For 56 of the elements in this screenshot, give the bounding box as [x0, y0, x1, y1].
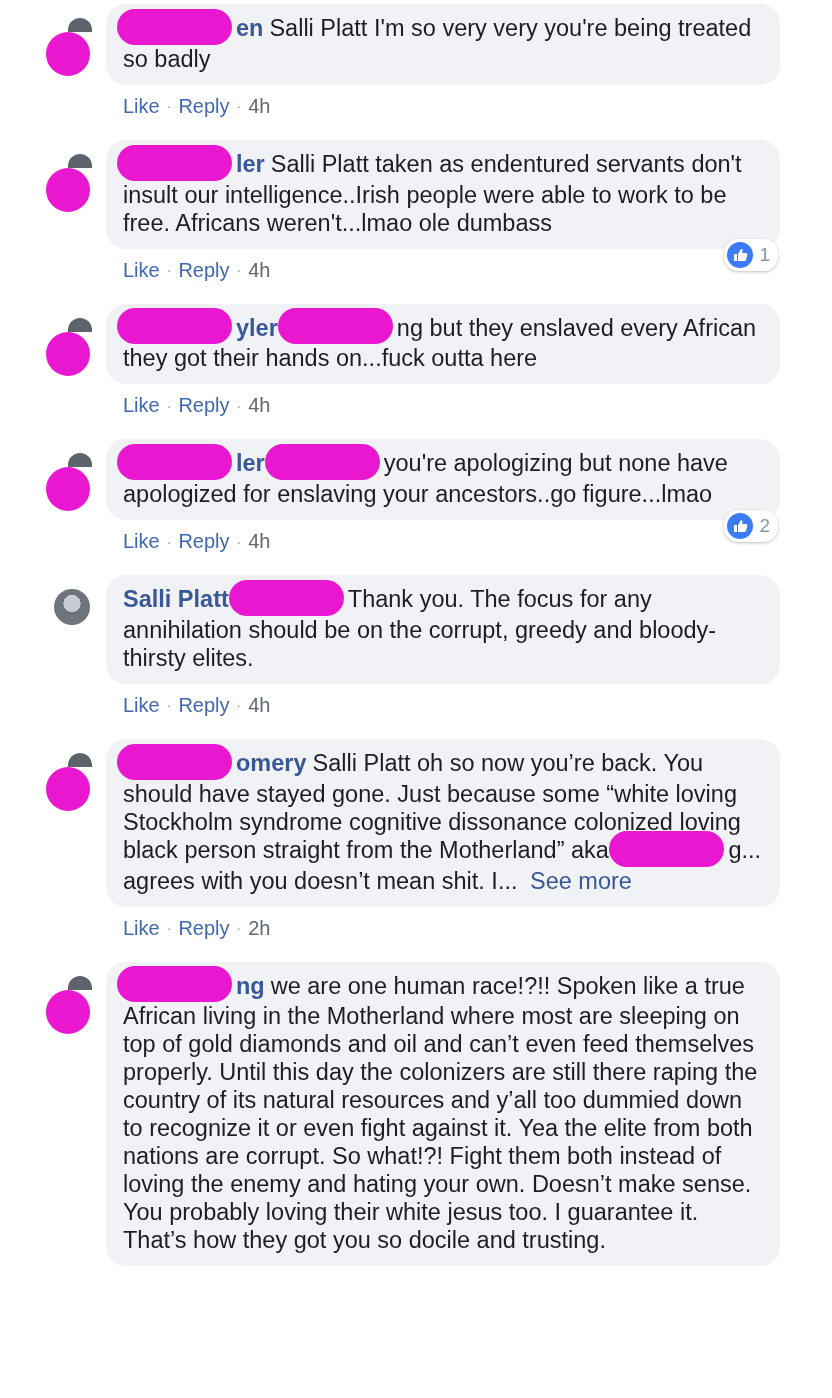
commenter-name[interactable]: yler [236, 314, 278, 341]
action-link[interactable]: Like [123, 916, 160, 940]
comment-text: omery Salli Platt oh so now you’re back. You should have stayed gone. Just because some “white loving Stockholm syndrome cognitive dissonance colonized loving black person straight from the Motherland” aka g... agrees with you doesn’t mean shit. I... See more [123, 749, 762, 895]
commenter-name[interactable]: en [236, 15, 264, 41]
see-more-link[interactable]: See more [530, 867, 632, 894]
avatar[interactable] [54, 589, 90, 626]
commenter-name[interactable]: ng [236, 972, 265, 999]
comment-time[interactable]: 4h [248, 694, 271, 717]
comment-text: ng we are one human race!?!! Spoken like a true African living in the Motherland where most are sleeping on top of gold diamonds and oil and can’t even feed themselves properly. Until this day the colonizers are still there raping the country of its natural resources and y’all too dummied down to recognize it or even fight against it. Yea the elite from both nations are corrupt. So what!?! Fight them both instead of loving the enemy and hating your own. Doesn’t make sense. You probably loving their white jesus too. I guarantee it. That’s how they got you so docile and trusting. [123, 971, 762, 1255]
separator-dot: · [236, 533, 242, 550]
action-link[interactable]: Like [123, 694, 160, 717]
separator-dot: · [236, 262, 242, 279]
avatar[interactable] [68, 153, 92, 168]
thumbs-up-icon [727, 241, 754, 268]
action-link[interactable]: Reply [178, 94, 230, 118]
reaction-count[interactable]: 1 [724, 238, 778, 271]
action-link[interactable]: Reply [178, 394, 230, 418]
comment-time[interactable]: 4h [248, 530, 271, 554]
separator-dot: · [166, 98, 172, 115]
action-link[interactable]: Reply [178, 258, 230, 282]
commenter-name[interactable]: ler [236, 450, 265, 477]
action-link[interactable]: Like [123, 94, 160, 118]
commenter-name[interactable]: ler [236, 150, 265, 177]
separator-dot: · [236, 697, 242, 714]
comment-text: Salli Platt Thank you. The focus for any annihilation should be on the corrupt, greedy and bloody-thirsty elites. [123, 585, 762, 672]
avatar[interactable] [68, 753, 92, 767]
action-link[interactable]: Reply [178, 916, 230, 940]
avatar[interactable] [68, 18, 92, 32]
avatar[interactable] [68, 975, 92, 990]
comment-time[interactable]: 4h [248, 258, 271, 282]
comment-time[interactable]: 4h [248, 394, 271, 418]
separator-dot: · [166, 397, 172, 414]
commenter-name[interactable]: Salli Platt [123, 586, 229, 613]
separator-dot: · [166, 533, 172, 550]
separator-dot: · [236, 920, 242, 937]
comment-time[interactable]: 4h [248, 94, 271, 118]
thumbs-up-icon [727, 513, 754, 540]
separator-dot: · [166, 697, 172, 714]
comment-text: ler Salli Platt taken as endentured servants don't insult our intelligence..Irish people were able to work to be free. Africans weren't...lmao ole dumbass [123, 149, 762, 237]
action-link[interactable]: Reply [178, 694, 230, 717]
commenter-name[interactable]: omery [236, 750, 307, 776]
separator-dot: · [236, 98, 242, 115]
action-link[interactable]: Like [123, 530, 160, 554]
reaction-count[interactable]: 2 [724, 510, 778, 543]
comment-time[interactable]: 2h [248, 916, 271, 940]
separator-dot: · [166, 920, 172, 937]
separator-dot: · [166, 262, 172, 279]
comment-text: yler ng but they enslaved every African they got their hands on...fuck outta here [123, 313, 762, 373]
comment-text: en Salli Platt I'm so very very you're being treated so badly [123, 14, 762, 73]
action-link[interactable]: Like [123, 394, 160, 418]
action-link[interactable]: Reply [178, 530, 230, 554]
avatar[interactable] [68, 317, 92, 332]
comment-text: ler you're apologizing but none have apologized for enslaving your ancestors..go figure...lmao [123, 449, 762, 509]
avatar[interactable] [68, 453, 92, 468]
action-link[interactable]: Like [123, 258, 160, 282]
separator-dot: · [236, 397, 242, 414]
